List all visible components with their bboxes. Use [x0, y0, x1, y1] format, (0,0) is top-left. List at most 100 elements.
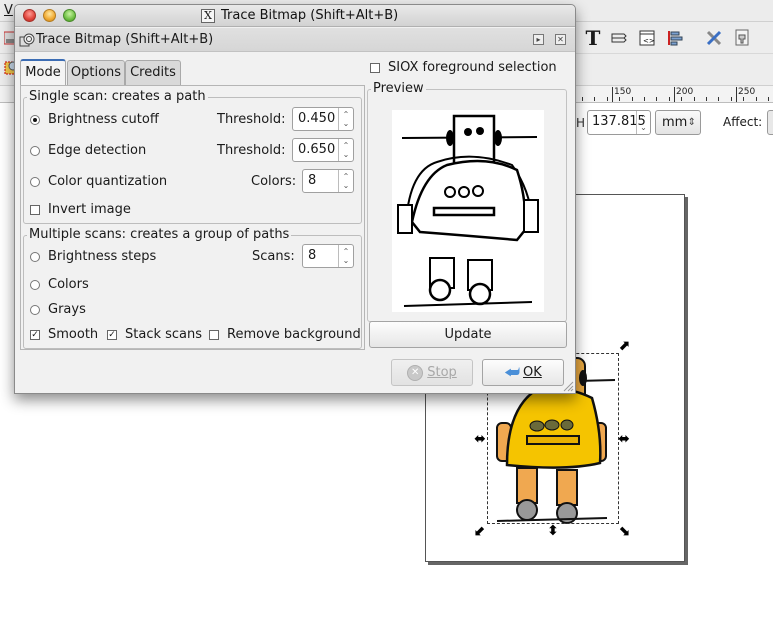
resize-handle-right[interactable]: ⬌ — [617, 432, 631, 446]
mode-tab-panel: Single scan: creates a path Brightness c… — [20, 85, 365, 350]
scans-input[interactable]: 8 ⌃ ⌄ — [302, 244, 354, 268]
colors-spin[interactable]: ⌃ ⌄ — [338, 170, 353, 192]
ruler-tick — [607, 97, 608, 101]
smooth-checkbox[interactable]: ✓ Smooth — [30, 327, 98, 342]
unit-select[interactable]: mm ⇕ — [655, 110, 701, 135]
close-dock-button[interactable]: ✕ — [555, 34, 566, 45]
tab-mode[interactable]: Mode — [20, 59, 66, 86]
ruler-tick — [718, 97, 719, 101]
preferences-icon[interactable] — [703, 27, 725, 49]
edge-threshold-spin[interactable]: ⌃ ⌄ — [338, 139, 353, 161]
smooth-label: Smooth — [48, 327, 99, 342]
ruler-tick — [694, 97, 695, 101]
radio-indicator — [30, 304, 40, 315]
ok-button[interactable]: ⮨ OK — [482, 359, 564, 386]
resize-grip[interactable] — [562, 380, 574, 392]
affect-toggle-button[interactable] — [767, 110, 773, 135]
minimize-window-button[interactable] — [43, 9, 56, 22]
update-button[interactable]: Update — [369, 321, 567, 348]
grays-radio[interactable]: Grays — [30, 302, 86, 317]
height-spin-arrows[interactable]: ⌃ ⌄ — [636, 111, 650, 134]
remove-background-checkbox[interactable]: Remove background — [209, 327, 361, 342]
invert-image-label: Invert image — [48, 202, 131, 217]
color-quantization-radio[interactable]: Color quantization — [30, 174, 167, 189]
ruler-tick — [632, 97, 633, 101]
scans-value: 8 — [308, 248, 317, 263]
resize-handle-bottom[interactable]: ⬍ — [546, 524, 560, 538]
unit-value: mm — [662, 115, 688, 130]
stop-label: Stop — [427, 365, 457, 380]
colors-radio[interactable]: Colors — [30, 277, 89, 292]
multiple-scans-legend: Multiple scans: creates a group of paths — [27, 227, 292, 243]
height-input[interactable]: 137.815 ⌃ ⌄ — [587, 110, 651, 135]
ok-label: OK — [523, 365, 542, 380]
multiple-scans-group: Multiple scans: creates a group of paths… — [23, 227, 362, 349]
ruler-tick — [743, 97, 744, 101]
edge-threshold-label: Threshold: — [217, 143, 286, 158]
edge-detection-label: Edge detection — [48, 143, 147, 158]
close-window-button[interactable] — [23, 9, 36, 22]
scans-spin[interactable]: ⌃ ⌄ — [338, 245, 353, 267]
tab-credits-label: Credits — [130, 65, 176, 80]
ruler-tick — [594, 97, 595, 101]
stop-icon: ✕ — [407, 364, 424, 381]
update-label: Update — [444, 327, 492, 342]
siox-checkbox[interactable]: SIOX foreground selection — [370, 60, 557, 75]
window-titlebar[interactable]: X Trace Bitmap (Shift+Alt+B) — [15, 5, 575, 27]
align-distribute-icon[interactable] — [664, 27, 686, 49]
brightness-cutoff-label: Brightness cutoff — [48, 112, 159, 127]
resize-handle-bottom-right[interactable]: ⬊ — [617, 524, 631, 538]
brightness-cutoff-radio[interactable]: Brightness cutoff — [30, 112, 159, 127]
colors-option-label: Colors — [48, 277, 89, 292]
ruler-tick — [644, 97, 645, 101]
colors-value: 8 — [308, 173, 317, 188]
layers-icon[interactable] — [608, 27, 630, 49]
ruler-label: 200 — [676, 87, 694, 97]
stop-button[interactable]: ✕ Stop — [391, 359, 473, 386]
edge-threshold-input[interactable]: 0.650 ⌃ ⌄ — [292, 138, 354, 162]
ruler-label: 250 — [738, 87, 756, 97]
checkbox-indicator — [30, 204, 40, 215]
window-title: Trace Bitmap (Shift+Alt+B) — [221, 8, 399, 23]
radio-indicator — [30, 251, 40, 262]
trace-bitmap-dialog: X Trace Bitmap (Shift+Alt+B) Trace Bitma… — [14, 4, 576, 394]
stack-scans-checkbox[interactable]: ✓ Stack scans — [107, 327, 202, 342]
single-scan-group: Single scan: creates a path Brightness c… — [23, 89, 362, 224]
tab-options[interactable]: Options — [67, 60, 125, 85]
dock-header: Trace Bitmap (Shift+Alt+B) ▸ ✕ — [15, 28, 575, 52]
preview-legend: Preview — [371, 81, 426, 97]
document-properties-icon[interactable] — [731, 27, 753, 49]
x11-icon: X — [201, 9, 215, 23]
iconify-dock-button[interactable]: ▸ — [533, 34, 544, 45]
menu-view[interactable]: V — [4, 3, 13, 18]
resize-handle-top-right[interactable]: ⬈ — [617, 339, 631, 353]
zoom-window-button[interactable] — [63, 9, 76, 22]
brightness-threshold-label: Threshold: — [217, 112, 286, 127]
xml-editor-icon[interactable]: <> — [636, 27, 658, 49]
invert-image-checkbox[interactable]: Invert image — [30, 202, 131, 217]
ruler-tick — [656, 97, 657, 101]
edge-detection-radio[interactable]: Edge detection — [30, 143, 146, 158]
brightness-threshold-input[interactable]: 0.450 ⌃ ⌄ — [292, 107, 354, 131]
brightness-steps-radio[interactable]: Brightness steps — [30, 249, 156, 264]
brightness-threshold-spin[interactable]: ⌃ ⌄ — [338, 108, 353, 130]
siox-label: SIOX foreground selection — [388, 60, 557, 75]
radio-indicator — [30, 114, 40, 125]
brightness-threshold-value: 0.450 — [298, 111, 336, 126]
radio-indicator — [30, 145, 40, 156]
remove-background-label: Remove background — [227, 327, 361, 342]
resize-handle-bottom-left[interactable]: ⬋ — [473, 524, 487, 538]
radio-indicator — [30, 176, 40, 187]
tab-credits[interactable]: Credits — [125, 60, 181, 85]
checkbox-indicator — [370, 62, 380, 73]
ruler-tick — [731, 97, 732, 101]
scans-label: Scans: — [252, 249, 295, 264]
colors-input[interactable]: 8 ⌃ ⌄ — [302, 169, 354, 193]
single-scan-legend: Single scan: creates a path — [27, 89, 208, 105]
checkbox-indicator: ✓ — [107, 329, 117, 340]
ruler-tick — [681, 97, 682, 101]
tab-mode-label: Mode — [25, 65, 61, 80]
checkbox-indicator — [209, 329, 219, 340]
text-tool-icon[interactable]: T — [582, 26, 604, 50]
resize-handle-left[interactable]: ⬌ — [473, 432, 487, 446]
